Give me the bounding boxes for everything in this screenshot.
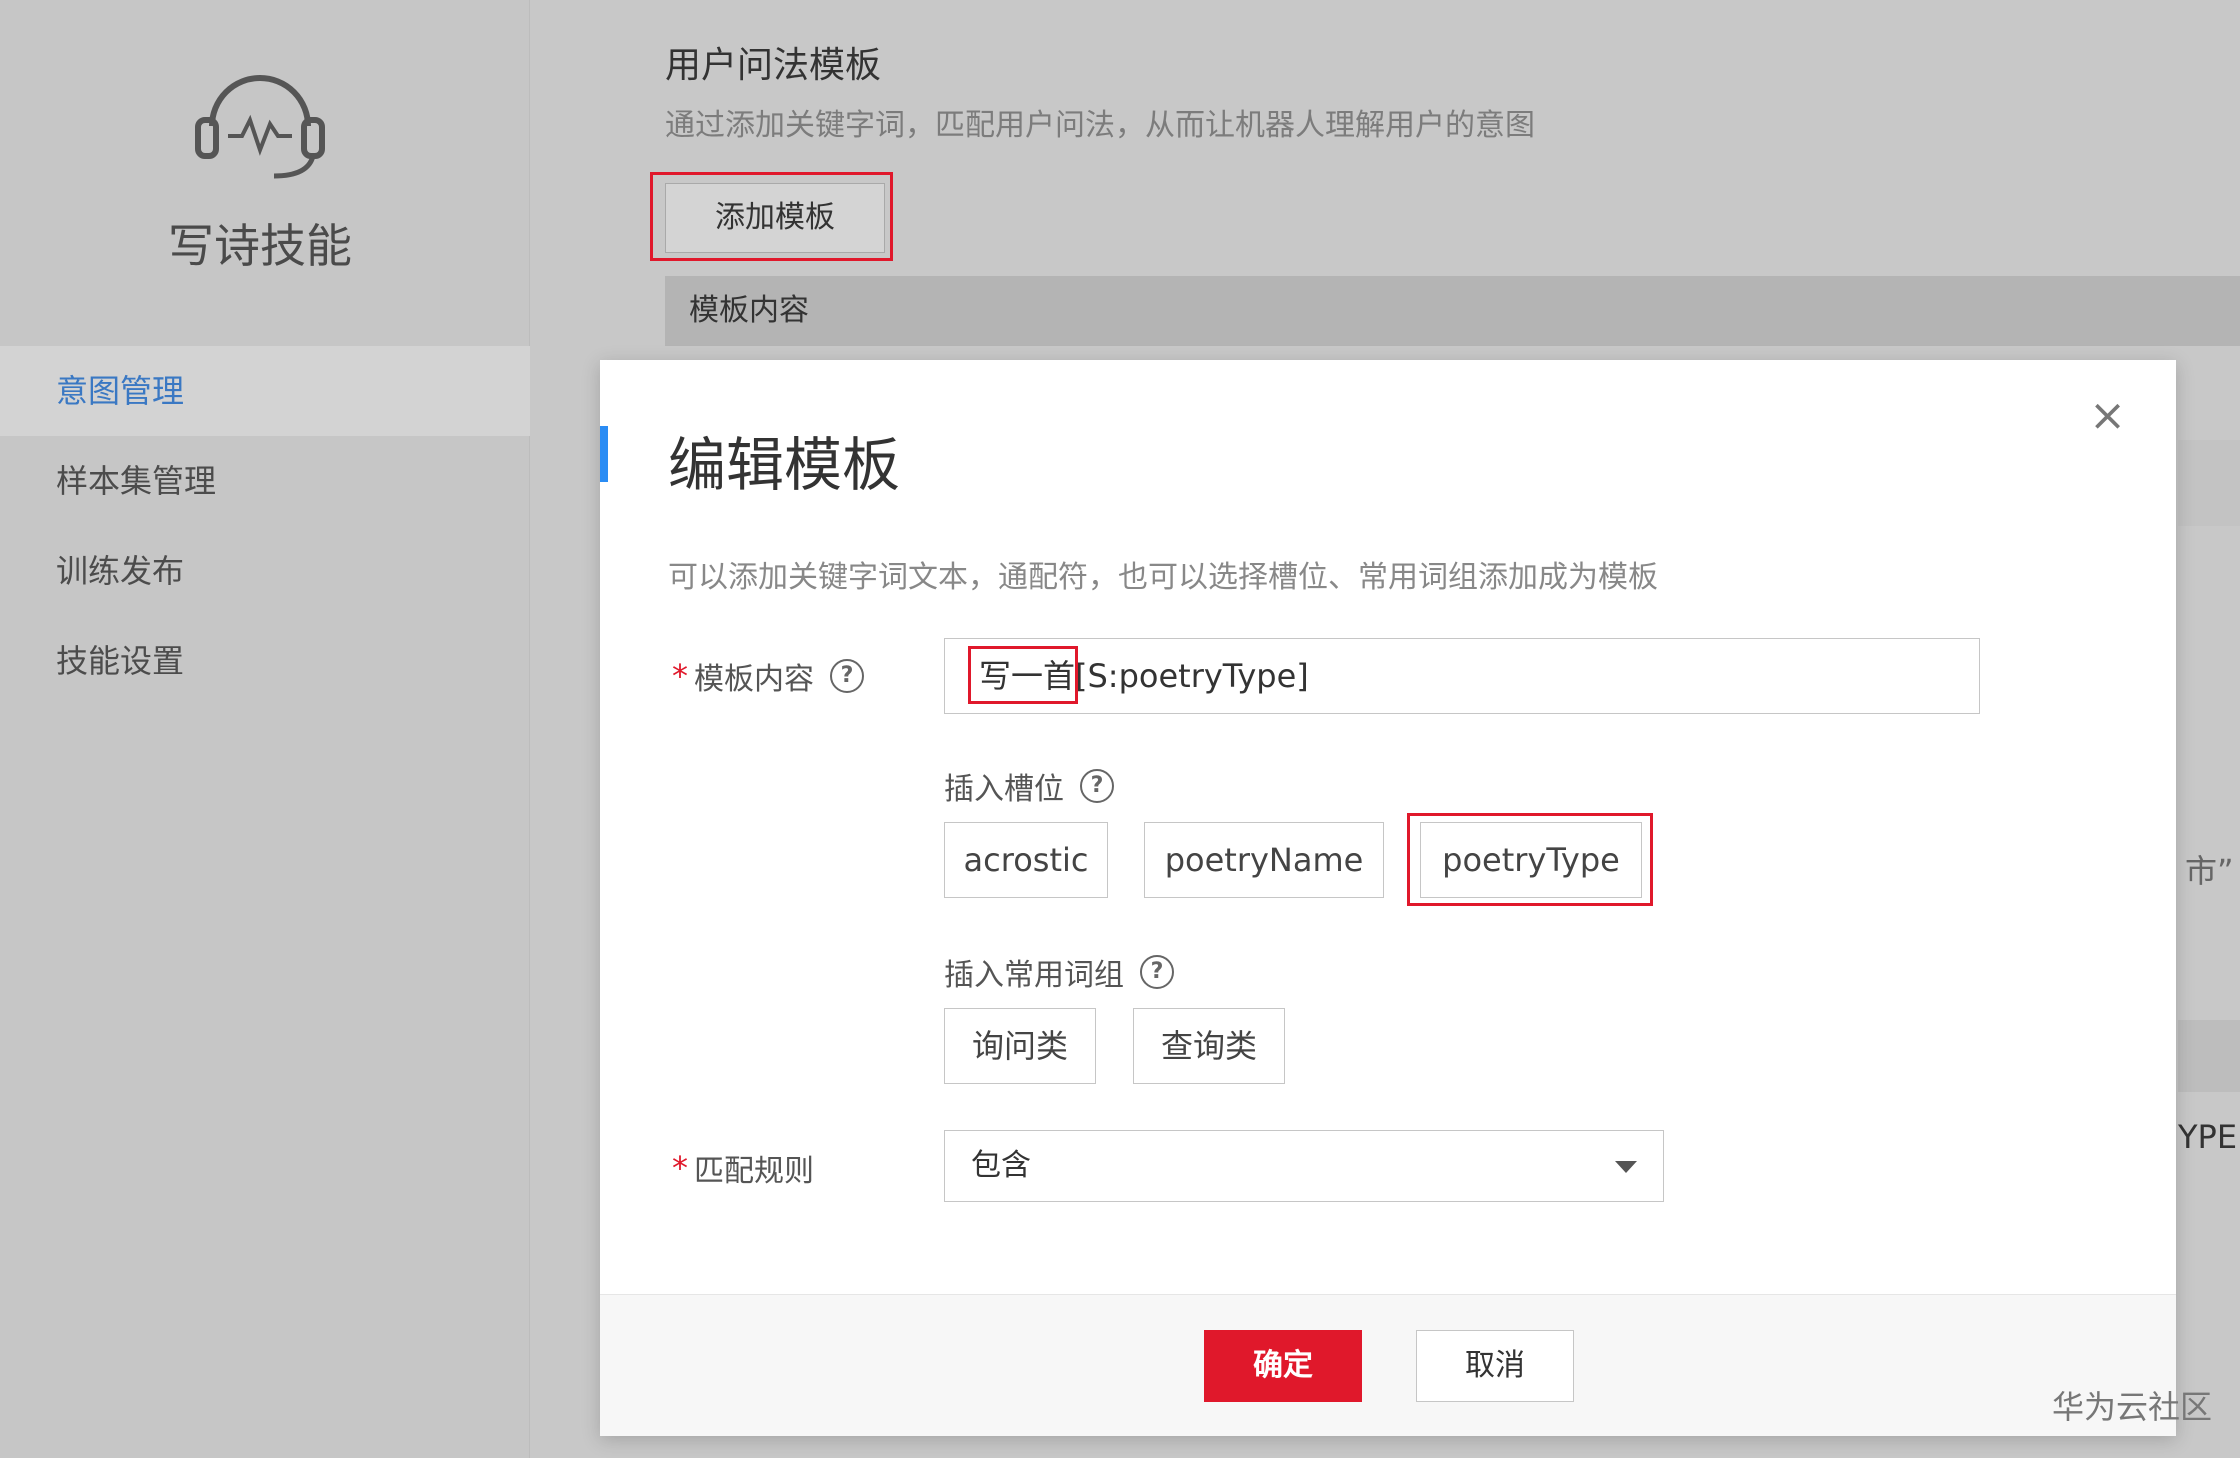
title-accent-bar (600, 426, 608, 482)
insert-slot-label-text: 插入槽位 (944, 772, 1064, 807)
background-text-fragment: YPE (2178, 1118, 2238, 1156)
help-icon[interactable]: ? (1140, 955, 1174, 989)
chevron-down-icon (1615, 1161, 1637, 1173)
match-rule-select[interactable]: 包含 (944, 1130, 1664, 1202)
highlight-box (968, 646, 1078, 704)
help-icon[interactable]: ? (830, 659, 864, 693)
nav-item-skill-settings[interactable]: 技能设置 (0, 616, 530, 706)
match-rule-label: * 匹配规则 (672, 1146, 814, 1190)
nav-item-sample-set-management[interactable]: 样本集管理 (0, 436, 530, 526)
table-header: 模板内容 (665, 276, 2240, 346)
dialog-footer: 确定 取消 (600, 1294, 2176, 1436)
dialog-title: 编辑模板 (668, 431, 901, 499)
match-rule-value: 包含 (971, 1148, 1031, 1183)
highlight-box (1407, 813, 1653, 906)
insert-phrase-label: 插入常用词组 ? (944, 950, 1174, 994)
insert-phrase-label-text: 插入常用词组 (944, 958, 1124, 993)
template-content-label-text: 模板内容 (694, 662, 814, 697)
table-row (2178, 440, 2240, 526)
nav-item-intent-management[interactable]: 意图管理 (0, 346, 530, 436)
sidebar: 写诗技能 意图管理 样本集管理 训练发布 技能设置 (0, 0, 530, 1458)
slot-chip-acrostic[interactable]: acrostic (944, 822, 1108, 898)
page-subtitle: 通过添加关键字词，匹配用户问法，从而让机器人理解用户的意图 (665, 108, 1535, 143)
highlight-box (650, 172, 893, 261)
insert-slot-label: 插入槽位 ? (944, 764, 1114, 808)
dialog-description: 可以添加关键字词文本，通配符，也可以选择槽位、常用词组添加成为模板 (668, 560, 1658, 595)
confirm-button[interactable]: 确定 (1204, 1330, 1362, 1402)
edit-template-dialog: 编辑模板 × 可以添加关键字词文本，通配符，也可以选择槽位、常用词组添加成为模板… (600, 360, 2176, 1436)
help-icon[interactable]: ? (1080, 769, 1114, 803)
table-row (2178, 1020, 2240, 1092)
required-mark: * (672, 1149, 688, 1187)
skill-title: 写诗技能 (168, 219, 352, 273)
phrase-chip-query[interactable]: 查询类 (1133, 1008, 1285, 1084)
page-title: 用户问法模板 (665, 45, 882, 86)
match-rule-label-text: 匹配规则 (694, 1154, 814, 1189)
nav-item-training-publish[interactable]: 训练发布 (0, 526, 530, 616)
close-icon[interactable]: × (2089, 394, 2126, 438)
background-text-fragment: 市” (2185, 852, 2234, 890)
watermark: 华为云社区 (2051, 1388, 2212, 1426)
phrase-chip-inquiry[interactable]: 询问类 (944, 1008, 1096, 1084)
required-mark: * (672, 657, 688, 695)
template-content-label: * 模板内容 ? (672, 654, 864, 698)
template-content-input[interactable]: 写一首[S:poetryType] (944, 638, 1980, 714)
slot-chip-poetry-name[interactable]: poetryName (1144, 822, 1384, 898)
cancel-button[interactable]: 取消 (1416, 1330, 1574, 1402)
headset-icon (195, 75, 325, 179)
